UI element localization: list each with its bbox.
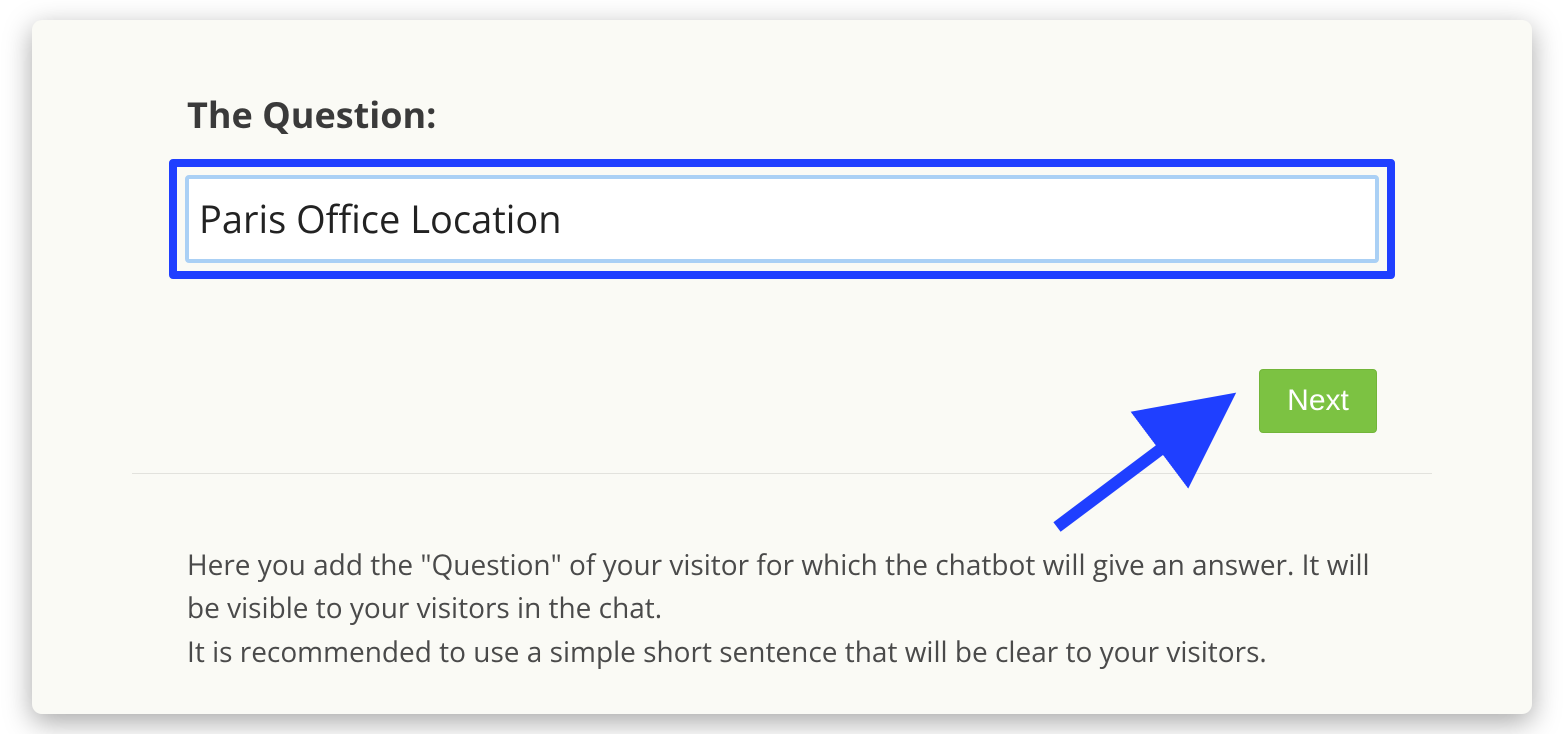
help-section: Here you add the "Question" of your visi… [132, 544, 1432, 674]
next-button[interactable]: Next [1259, 369, 1377, 433]
section-divider [132, 473, 1432, 474]
arrow-icon [1027, 387, 1247, 542]
button-row: Next [187, 369, 1377, 433]
help-line-1: Here you add the "Question" of your visi… [187, 544, 1377, 631]
input-focus-ring [185, 175, 1379, 263]
content-wrap: The Question: Next [132, 90, 1432, 433]
input-highlight-box [169, 159, 1395, 279]
form-card: The Question: Next [32, 20, 1532, 714]
question-label: The Question: [187, 90, 1377, 139]
help-text: Here you add the "Question" of your visi… [187, 544, 1377, 674]
question-input[interactable] [189, 179, 1375, 259]
help-line-2: It is recommended to use a simple short … [187, 631, 1377, 674]
